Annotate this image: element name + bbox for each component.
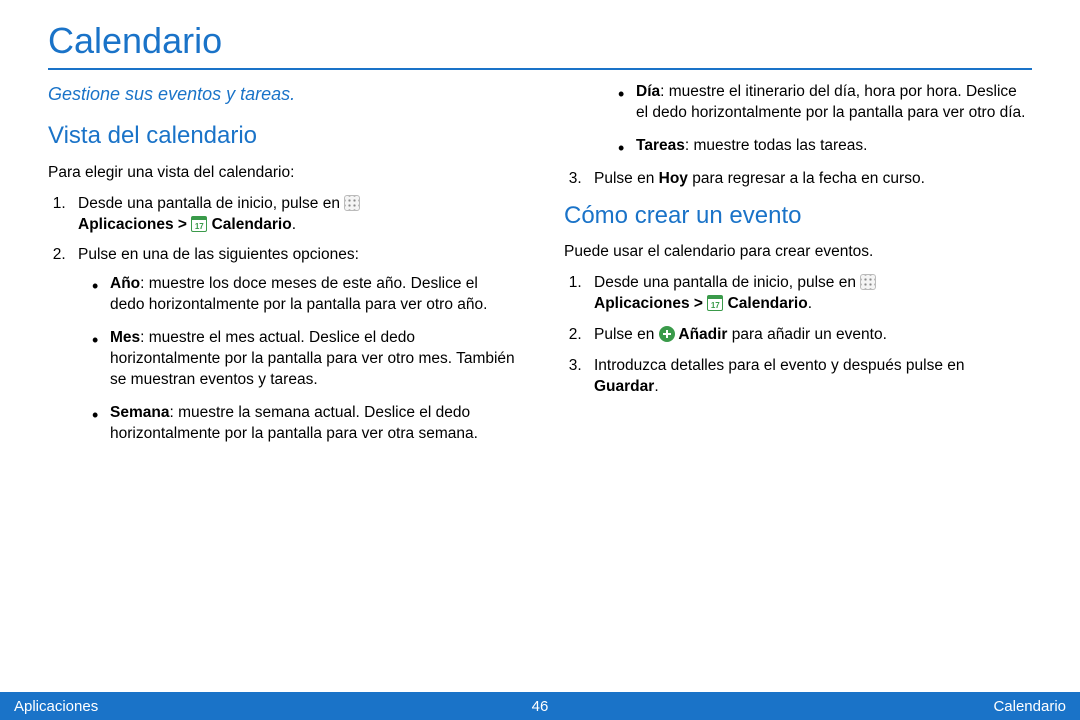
column-right: Día: muestre el itinerario del día, hora… (564, 82, 1032, 457)
add-label: Añadir (675, 326, 728, 343)
label: Año (110, 275, 140, 292)
text: para añadir un evento. (727, 326, 886, 343)
apps-icon (344, 195, 360, 211)
footer-right: Calendario (993, 698, 1066, 715)
apps-label: Aplicaciones (594, 295, 690, 312)
bullet-tareas: Tareas: muestre todas las tareas. (618, 136, 1032, 157)
bullet-mes: Mes: muestre el mes actual. Deslice el d… (92, 328, 516, 391)
text: Introduzca detalles para el evento y des… (594, 357, 965, 374)
bullet-semana: Semana: muestre la semana actual. Deslic… (92, 403, 516, 445)
section1-steps: Desde una pantalla de inicio, pulse en A… (48, 194, 516, 445)
gt: > (690, 295, 708, 312)
text: Desde una pantalla de inicio, pulse en (78, 195, 344, 212)
column-left: Gestione sus eventos y tareas. Vista del… (48, 82, 516, 457)
text: Pulse en (594, 170, 659, 187)
section1-step3: Pulse en Hoy para regresar a la fecha en… (586, 169, 1032, 190)
section1-steps-cont: Pulse en Hoy para regresar a la fecha en… (564, 169, 1032, 190)
dot: . (654, 378, 658, 395)
page-title: Calendario (48, 20, 1032, 62)
bullet-dia: Día: muestre el itinerario del día, hora… (618, 82, 1032, 124)
hoy-label: Hoy (659, 170, 688, 187)
section1-step2: Pulse en una de las siguientes opciones:… (70, 245, 516, 444)
plus-icon (659, 326, 675, 342)
text: : muestre los doce meses de este año. De… (110, 275, 487, 313)
calendar-label: Calendario (207, 216, 291, 233)
page-footer: Aplicaciones 46 Calendario (0, 692, 1080, 720)
dot: . (808, 295, 812, 312)
footer-page-number: 46 (532, 698, 549, 715)
dot: . (292, 216, 296, 233)
label: Día (636, 83, 660, 100)
label: Semana (110, 404, 169, 421)
text: : muestre todas las tareas. (685, 137, 868, 154)
text: : muestre el mes actual. Deslice el dedo… (110, 329, 515, 388)
page-subtitle: Gestione sus eventos y tareas. (48, 82, 516, 106)
section-heading-crear: Cómo crear un evento (564, 200, 1032, 232)
text: : muestre el itinerario del día, hora po… (636, 83, 1025, 121)
title-rule (48, 68, 1032, 70)
apps-icon (860, 274, 876, 290)
save-label: Guardar (594, 378, 654, 395)
footer-left: Aplicaciones (14, 698, 98, 715)
content-columns: Gestione sus eventos y tareas. Vista del… (48, 82, 1032, 457)
section2-steps: Desde una pantalla de inicio, pulse en A… (564, 273, 1032, 398)
section1-intro: Para elegir una vista del calendario: (48, 163, 516, 184)
calendar-label: Calendario (723, 295, 807, 312)
section2-step1: Desde una pantalla de inicio, pulse en A… (586, 273, 1032, 315)
label: Mes (110, 329, 140, 346)
section2-step3: Introduzca detalles para el evento y des… (586, 356, 1032, 398)
gt: > (174, 216, 192, 233)
text: para regresar a la fecha en curso. (688, 170, 925, 187)
section1-step1: Desde una pantalla de inicio, pulse en A… (70, 194, 516, 236)
section2-step2: Pulse en Añadir para añadir un evento. (586, 325, 1032, 346)
text: Pulse en una de las siguientes opciones: (78, 246, 359, 263)
section-heading-vista: Vista del calendario (48, 120, 516, 152)
section2-intro: Puede usar el calendario para crear even… (564, 242, 1032, 263)
label: Tareas (636, 137, 685, 154)
calendar-icon (191, 216, 207, 232)
calendar-icon (707, 295, 723, 311)
text: Desde una pantalla de inicio, pulse en (594, 274, 860, 291)
apps-label: Aplicaciones (78, 216, 174, 233)
bullet-ano: Año: muestre los doce meses de este año.… (92, 274, 516, 316)
text: Pulse en (594, 326, 659, 343)
